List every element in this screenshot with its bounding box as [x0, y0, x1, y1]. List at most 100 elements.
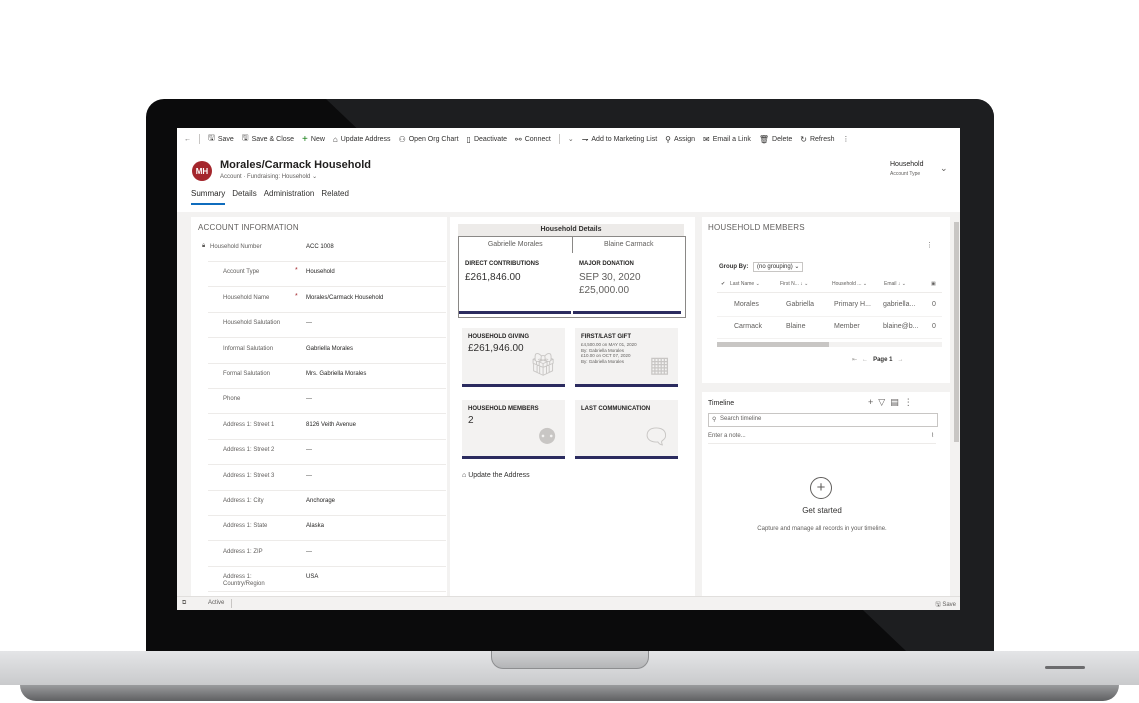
email-link-button[interactable]: ✉ Email a Link — [703, 135, 751, 144]
tab-related[interactable]: Related — [321, 189, 349, 205]
home-icon: ⌂ — [332, 134, 338, 144]
field-row[interactable]: Account Type * Household — [208, 261, 446, 288]
member-tab-gabrielle[interactable]: Gabrielle Morales — [459, 237, 572, 253]
first-last-gift-tile: FIRST/LAST GIFT £4,500.00 on MAY 01, 202… — [575, 328, 678, 387]
field-value[interactable]: --- — [306, 549, 312, 555]
horizontal-scrollbar[interactable] — [717, 342, 942, 347]
field-row[interactable]: Address 1: Street 2 --- — [208, 439, 446, 466]
first-page-icon[interactable]: ⇤ — [852, 357, 857, 363]
command-bar: ← 🖫 Save 🖫 Save & Close + New ⌂ Update Addre… — [177, 128, 960, 151]
member-tab-blaine[interactable]: Blaine Carmack — [571, 237, 686, 253]
required-asterisk-icon: * — [295, 292, 298, 300]
note-input[interactable]: Enter a note... ⌇ — [708, 431, 936, 444]
field-row[interactable]: Address 1: Street 1 8126 Veith Avenue — [208, 414, 446, 440]
record-status: Active — [208, 600, 225, 606]
delete-button[interactable]: 🗑 Delete — [759, 135, 792, 144]
view-list-icon[interactable]: ▤ — [890, 397, 899, 407]
save-close-button[interactable]: 🖫 Save & Close — [242, 132, 294, 146]
popout-icon[interactable]: ⧉ — [182, 600, 186, 607]
more-commands-icon[interactable]: ⋮ — [842, 135, 849, 143]
field-row[interactable]: Address 1: Street 3 --- — [208, 465, 446, 491]
previous-page-icon[interactable]: ← — [862, 357, 868, 363]
field-value[interactable]: 8126 Veith Avenue — [306, 422, 356, 428]
timeline-actions: + ▽ ▤ ⋮ — [868, 397, 913, 408]
attachment-icon[interactable]: ⌇ — [931, 432, 934, 439]
grid-more-icon[interactable]: ⋮ — [926, 241, 933, 249]
header-field-label: Account Type — [890, 171, 921, 177]
table-row[interactable]: Morales Gabriella Primary H... gabriella… — [717, 294, 942, 317]
tile-date: SEP 30, 2020 — [579, 272, 641, 283]
filter-icon[interactable]: ▽ — [878, 397, 885, 407]
field-value[interactable]: Anchorage — [306, 498, 335, 504]
column-header-last-name[interactable]: Last Name ⌄ — [730, 281, 760, 287]
field-row[interactable]: Address 1: City Anchorage — [208, 490, 446, 516]
field-value[interactable]: USA — [306, 574, 318, 580]
field-value[interactable]: Gabriella Morales — [306, 346, 353, 352]
deactivate-button[interactable]: ▯ Deactivate — [467, 135, 507, 144]
field-label: Informal Salutation — [223, 345, 274, 352]
field-value[interactable]: Household — [306, 269, 335, 275]
scrollbar-thumb[interactable] — [954, 222, 959, 442]
column-header-household[interactable]: Household ... ⌄ — [832, 281, 867, 287]
tab-summary[interactable]: Summary — [191, 189, 226, 205]
field-value[interactable]: --- — [306, 473, 312, 479]
field-value[interactable]: --- — [306, 320, 312, 326]
assign-icon: ⚲ — [665, 134, 672, 144]
more-icon[interactable]: ⋮ — [904, 397, 913, 407]
tab-administration[interactable]: Administration — [264, 189, 315, 205]
group-by-select[interactable]: (no grouping) ⌄ — [753, 262, 804, 272]
field-value[interactable]: --- — [306, 396, 312, 402]
add-icon[interactable]: + — [868, 397, 873, 407]
field-label: Household Salutation — [223, 320, 281, 327]
search-timeline-input[interactable]: ⚲ Search timeline — [708, 413, 938, 427]
assign-button[interactable]: ⚲ Assign — [665, 135, 695, 144]
tile-value: £261,946.00 — [468, 343, 524, 354]
field-value[interactable]: ACC 1008 — [306, 244, 334, 250]
field-row[interactable]: Formal Salutation Mrs. Gabriella Morales — [208, 363, 446, 389]
add-to-marketing-list-button[interactable]: ⇁ Add to Marketing List — [582, 135, 657, 144]
next-page-icon[interactable]: → — [897, 357, 903, 363]
status-save-button[interactable]: 🖫 Save — [936, 600, 956, 610]
select-all-checkmark-icon[interactable]: ✔ — [721, 281, 725, 287]
field-row[interactable]: Address 1: Country/Region USA — [208, 566, 446, 593]
save-button[interactable]: 🖫 Save — [208, 132, 234, 146]
field-row[interactable]: Address 1: State Alaska — [208, 515, 446, 542]
field-row[interactable]: Address 1: ZIP --- — [208, 541, 446, 567]
field-value[interactable]: Alaska — [306, 523, 324, 529]
scrollbar-thumb[interactable] — [717, 342, 829, 347]
field-row[interactable]: 🔒︎ Household Number ACC 1008 — [202, 236, 446, 262]
tab-details[interactable]: Details — [232, 189, 256, 205]
new-button[interactable]: + New — [302, 134, 325, 145]
save-icon: 🖫 — [208, 133, 215, 142]
get-started-plus-icon[interactable]: + — [810, 477, 832, 499]
field-label: Address 1: Street 2 — [223, 447, 275, 454]
field-value[interactable]: Mrs. Gabriella Morales — [306, 371, 366, 377]
avatar: MH — [192, 161, 212, 181]
back-arrow-icon[interactable]: ← — [184, 136, 191, 143]
refresh-button[interactable]: ↻ Refresh — [800, 135, 834, 144]
column-header-email[interactable]: Email ↓ ⌄ — [884, 281, 906, 287]
field-value[interactable]: Morales/Carmack Household — [306, 295, 383, 301]
form-tabs: Summary Details Administration Related — [191, 189, 356, 205]
connect-button[interactable]: ⚯ Connect — [515, 135, 551, 144]
vertical-scrollbar[interactable] — [953, 212, 960, 596]
open-org-chart-button[interactable]: ⚇ Open Org Chart — [399, 135, 459, 144]
update-address-button[interactable]: ⌂ Update Address — [333, 135, 391, 144]
column-header-first-name[interactable]: First N... ↓ ⌄ — [780, 281, 808, 287]
connect-dropdown-chevron-icon[interactable]: ⌄ — [568, 135, 574, 143]
org-chart-icon: ⚇ — [398, 134, 406, 144]
field-row[interactable]: Informal Salutation Gabriella Morales — [208, 338, 446, 364]
tile-label: LAST COMMUNICATION — [581, 406, 651, 412]
field-value[interactable]: --- — [306, 447, 312, 453]
column-options-icon[interactable]: ▣ — [931, 281, 936, 287]
table-row[interactable]: Carmack Blaine Member blaine@b... 0 — [717, 316, 942, 339]
laptop-led — [1045, 666, 1085, 669]
header-expand-chevron-icon[interactable]: ⌄ — [940, 163, 948, 174]
record-subtitle[interactable]: Account · Fundraising: Household ⌄ — [220, 173, 317, 180]
field-row[interactable]: Household Salutation --- — [208, 312, 446, 339]
field-row[interactable]: Phone --- — [208, 388, 446, 415]
field-label: Account Type — [223, 269, 260, 276]
field-label: Address 1: Country/Region — [223, 574, 265, 588]
update-address-link[interactable]: ⌂ Update the Address — [462, 472, 530, 479]
field-row[interactable]: Household Name * Morales/Carmack Household — [208, 287, 446, 313]
